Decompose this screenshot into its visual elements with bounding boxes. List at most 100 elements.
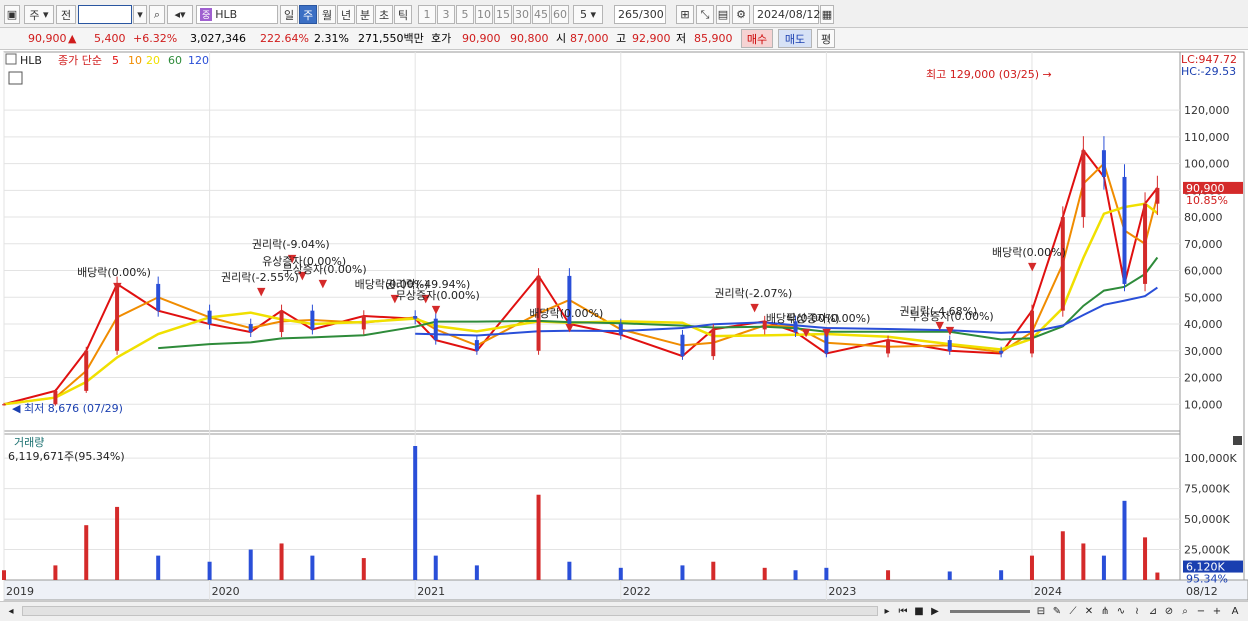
- high-label: 고: [616, 32, 627, 45]
- candle-body: [413, 316, 418, 319]
- period-tab-6[interactable]: 틱: [394, 5, 412, 24]
- interval-value: 5: [579, 8, 587, 21]
- gear-icon[interactable]: ⚙: [732, 5, 750, 24]
- link-icon[interactable]: ⊘: [1162, 604, 1176, 619]
- stop-icon[interactable]: ■: [912, 604, 926, 619]
- interval-button-45[interactable]: 45: [532, 5, 550, 24]
- plus-icon[interactable]: +: [1210, 604, 1224, 619]
- event-label: 배당락(0.00%): [992, 246, 1066, 259]
- interval-button-10[interactable]: 10: [475, 5, 493, 24]
- price-chart[interactable]: 10,000 20,000 30,000 40,000 50,000 60,000 70,0…: [0, 50, 1248, 603]
- period-tab-0[interactable]: 일: [280, 5, 298, 24]
- period-tab-3[interactable]: 년: [337, 5, 355, 24]
- stock-name-field[interactable]: 중 HLB: [196, 5, 278, 24]
- candle-body: [115, 283, 120, 351]
- market-label: 주: [29, 8, 40, 22]
- interval-button-30[interactable]: 30: [513, 5, 531, 24]
- x-tick-label: 2022: [623, 585, 651, 598]
- event-label: 무상증자(0.00%): [396, 289, 480, 302]
- event-label: 무상증자(0.00%): [786, 312, 870, 325]
- zoom-slider[interactable]: [950, 610, 1030, 613]
- text-tool-icon[interactable]: A: [1228, 604, 1242, 619]
- scope-button[interactable]: 전: [56, 5, 76, 24]
- pen-icon[interactable]: ✎: [1050, 604, 1064, 619]
- volume-bar: [474, 565, 479, 580]
- fan-icon[interactable]: ⋔: [1098, 604, 1112, 619]
- minus-icon[interactable]: −: [1194, 604, 1208, 619]
- legend-ma-10: 10: [128, 54, 142, 67]
- volume-subtitle: 6,119,671주(95.34%): [8, 450, 125, 463]
- interval-select[interactable]: 5 ▾: [573, 5, 603, 24]
- legend-ma-60: 60: [168, 54, 182, 67]
- y-tick-label: 50,000: [1184, 291, 1223, 304]
- interval-button-5[interactable]: 5: [456, 5, 474, 24]
- stock-name-label: HLB: [215, 8, 238, 21]
- wave-icon[interactable]: ∿: [1114, 604, 1128, 619]
- menu-icon[interactable]: ▣: [4, 5, 20, 24]
- volume-tick-label: 100,000K: [1184, 452, 1237, 465]
- ask-price: 90,900: [462, 32, 501, 45]
- calendar-icon[interactable]: ▦: [820, 5, 834, 24]
- open-price: 87,000: [570, 32, 609, 45]
- chart-area[interactable]: 10,000 20,000 30,000 40,000 50,000 60,000 70,0…: [0, 50, 1248, 603]
- speaker-icon[interactable]: ◂▾: [167, 5, 193, 24]
- current-price: 90,900: [28, 32, 67, 45]
- interval-button-3[interactable]: 3: [437, 5, 455, 24]
- period-tab-2[interactable]: 월: [318, 5, 336, 24]
- ruler-icon[interactable]: ⊿: [1146, 604, 1160, 619]
- candle-body: [2, 404, 6, 406]
- low-price: 85,900: [694, 32, 733, 45]
- eval-button[interactable]: 평: [817, 29, 835, 48]
- candle-body: [947, 340, 952, 351]
- volume-bar: [2, 570, 6, 580]
- volume-bar: [711, 561, 716, 580]
- candle-body: [711, 329, 716, 357]
- event-arrow-icon: ▼: [946, 324, 955, 337]
- interval-button-15[interactable]: 15: [494, 5, 512, 24]
- period-tab-1[interactable]: 주: [299, 5, 317, 24]
- scroll-right-icon[interactable]: ▸: [880, 604, 894, 619]
- candle-body: [1081, 150, 1086, 218]
- period-tab-5[interactable]: 초: [375, 5, 393, 24]
- interval-button-1[interactable]: 1: [418, 5, 436, 24]
- candle-icon[interactable]: ⊞: [676, 5, 694, 24]
- zoom-out-icon[interactable]: ⊟: [1034, 604, 1048, 619]
- volume-bar: [1122, 500, 1127, 580]
- event-label: 배당락(0.00%): [529, 307, 603, 320]
- draw-icon[interactable]: ⤡: [696, 5, 714, 24]
- event-label: 무상증자(0.00%): [283, 263, 367, 276]
- buy-button[interactable]: 매수: [741, 29, 773, 48]
- y-tick-label: 60,000: [1184, 265, 1223, 278]
- scrollbar[interactable]: [22, 606, 878, 616]
- volume-bar: [793, 570, 798, 580]
- search-icon[interactable]: ⌕: [149, 5, 165, 24]
- save-icon[interactable]: ▤: [716, 5, 730, 24]
- cross-icon[interactable]: ✕: [1082, 604, 1096, 619]
- rewind-icon[interactable]: ⏮: [896, 604, 910, 619]
- count-input[interactable]: 265/300: [614, 5, 666, 24]
- candle-body: [1060, 217, 1065, 311]
- date-input[interactable]: 2024/08/12: [753, 5, 820, 24]
- legend-toggle-icon: [5, 53, 17, 65]
- turnover-value: 2.31%: [314, 32, 349, 45]
- event-arrow-icon: ▼: [822, 326, 831, 339]
- stock-code-input[interactable]: 028300: [78, 5, 132, 24]
- play-icon[interactable]: ▶: [928, 604, 942, 619]
- current-date-label: 08/12: [1186, 585, 1218, 598]
- period-tab-4[interactable]: 분: [356, 5, 374, 24]
- scroll-left-icon[interactable]: ◂: [4, 604, 18, 619]
- code-dropdown-icon[interactable]: ▾: [133, 5, 147, 24]
- volume-bar: [536, 494, 541, 580]
- volume-bar: [680, 565, 685, 580]
- magnifier-icon[interactable]: ⌕: [1178, 604, 1192, 619]
- candle-body: [433, 318, 438, 341]
- x-tick-label: 2024: [1034, 585, 1062, 598]
- trend-icon[interactable]: ⟋: [1066, 604, 1080, 619]
- candle-body: [1101, 150, 1106, 177]
- volume-bar: [567, 561, 572, 580]
- sell-button[interactable]: 매도: [778, 29, 812, 48]
- open-label: 시: [556, 32, 567, 45]
- interval-button-60[interactable]: 60: [551, 5, 569, 24]
- market-select[interactable]: 주 ▾: [24, 5, 54, 24]
- zigzag-icon[interactable]: ≀: [1130, 604, 1144, 619]
